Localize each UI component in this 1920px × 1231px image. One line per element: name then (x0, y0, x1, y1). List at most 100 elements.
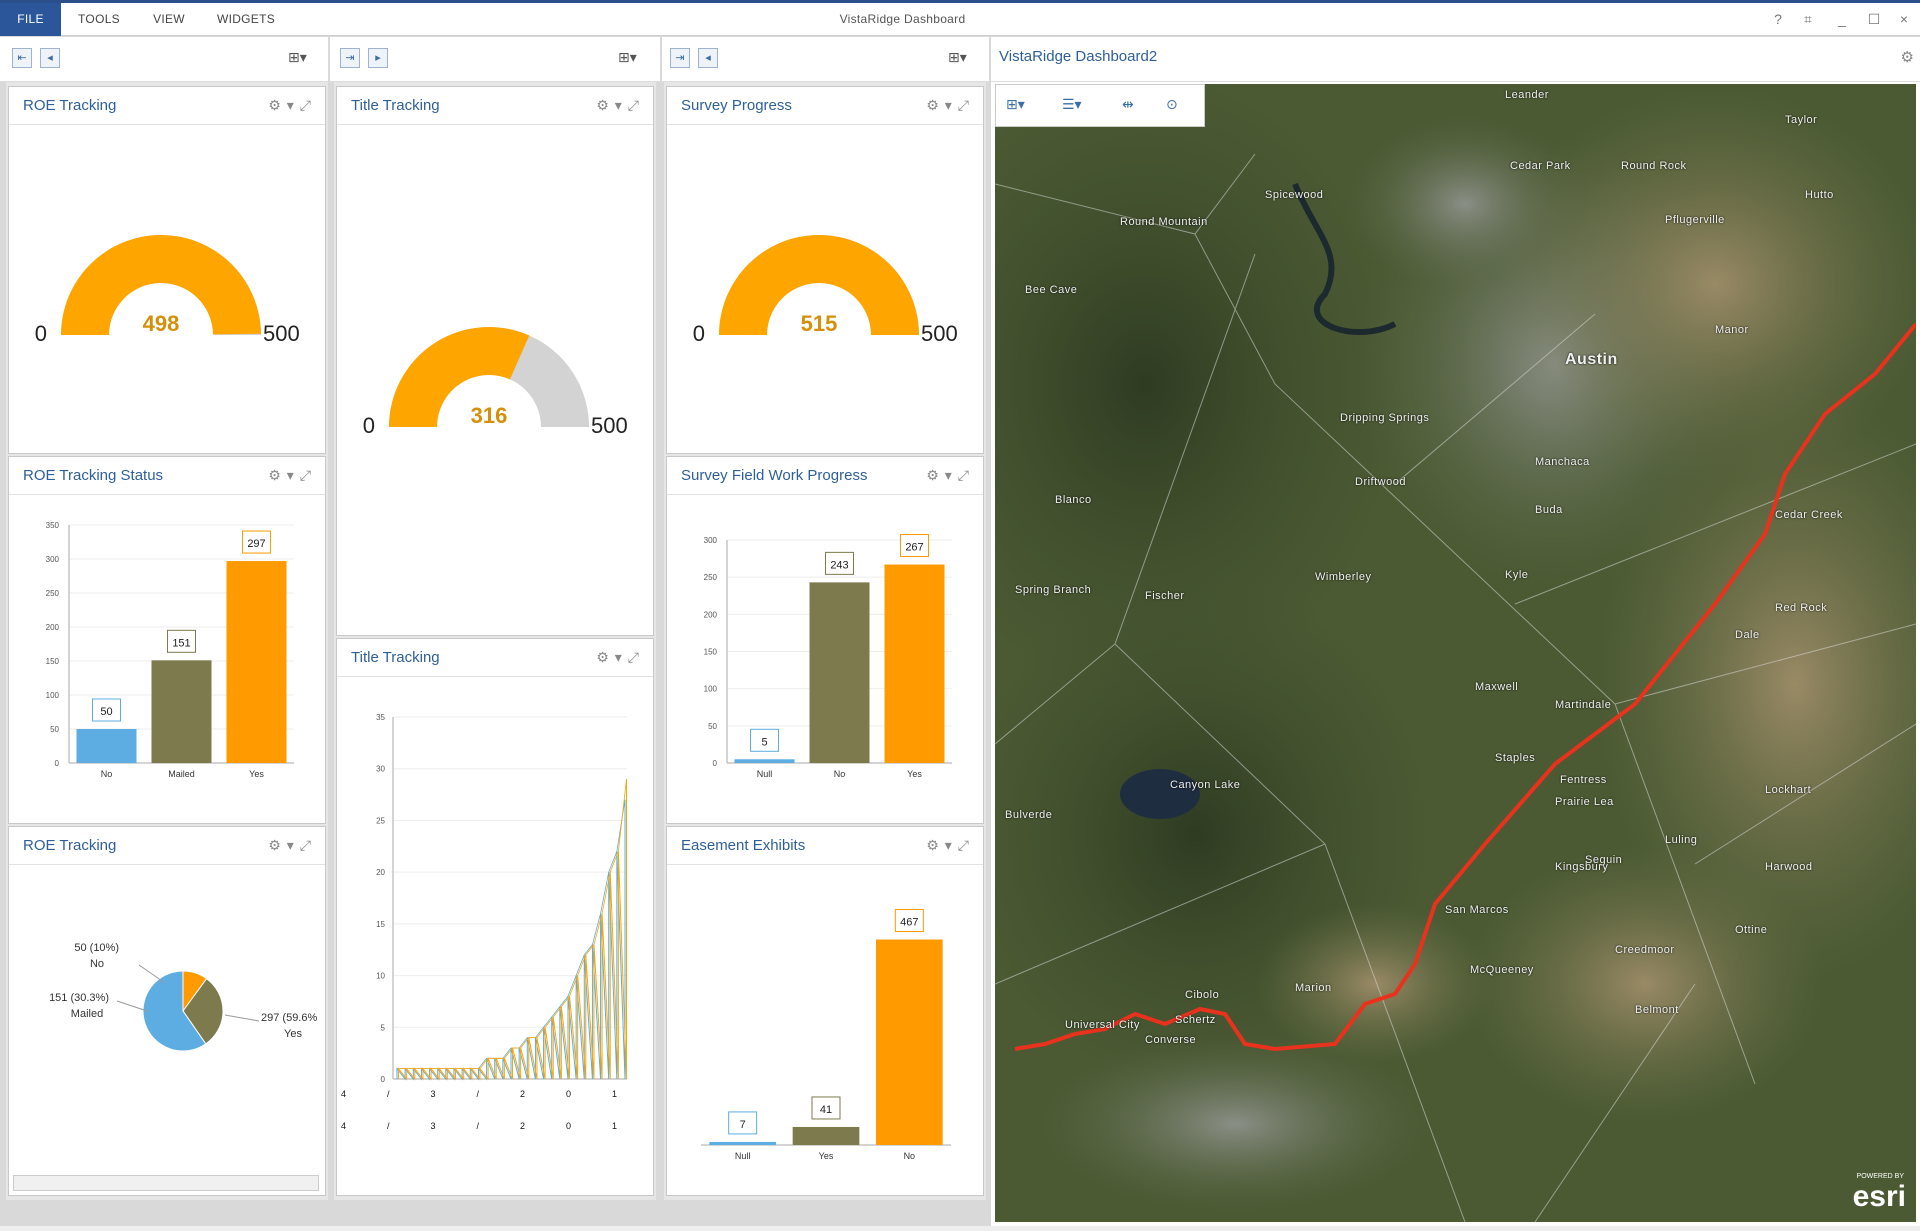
city-label: Spicewood (1265, 189, 1324, 201)
x-tick-label: 4/3/2015 (341, 1089, 653, 1099)
leader-line (138, 964, 166, 984)
y-tick-label: 30 (376, 765, 385, 774)
layers-icon[interactable]: ☰▾ (1062, 96, 1082, 113)
add-widget-dropdown-icon[interactable]: ⊞▾ (618, 49, 637, 66)
panel-settings-icon[interactable]: ⚙▾⤢ (268, 467, 317, 484)
move-left-icon[interactable]: ⇥ (340, 48, 360, 68)
bar (151, 660, 212, 763)
collapse-column-icon[interactable]: ◂ (40, 48, 60, 68)
basemap-gallery-icon[interactable]: ⊞▾ (1006, 96, 1025, 113)
panel-settings-icon[interactable]: ⚙▾⤢ (926, 97, 975, 114)
gauge-fill (389, 327, 530, 427)
data-label: 267 (905, 542, 923, 554)
city-label: Martindale (1555, 699, 1612, 711)
city-label: San Marcos (1445, 904, 1509, 916)
city-label: Leander (1505, 89, 1549, 101)
maximize-button[interactable]: ☐ (1864, 9, 1884, 29)
x-tick-label: Mailed (168, 769, 195, 779)
add-widget-dropdown-icon[interactable]: ⊞▾ (288, 49, 307, 66)
map-view[interactable]: ⊞▾ ☰▾ ⇹ ⊙ Leander Cedar Park Round Rock Pfl… (995, 84, 1916, 1222)
panel-title: ROE Tracking (23, 97, 117, 114)
city-label: Dale (1735, 629, 1760, 641)
city-label: Bee Cave (1025, 284, 1078, 296)
panel-settings-icon[interactable]: ⚙▾⤢ (596, 97, 645, 114)
collapse-column-icon[interactable]: ◂ (698, 48, 718, 68)
add-widget-dropdown-icon[interactable]: ⊞▾ (948, 49, 967, 66)
data-label: 151 (172, 637, 190, 649)
city-label: Belmont (1635, 1004, 1679, 1016)
bar (876, 939, 943, 1145)
city-label: Fischer (1145, 590, 1185, 602)
city-label: Red Rock (1775, 602, 1828, 614)
menu-view[interactable]: VIEW (150, 3, 188, 36)
survey-field-panel: Survey Field Work Progress ⚙▾⤢ 0 50 100 150 2… (666, 456, 984, 824)
leader-line (116, 1000, 148, 1012)
panel-settings-icon[interactable]: ⚙▾⤢ (596, 649, 645, 666)
y-tick-label: 0 (713, 759, 718, 768)
city-label: Blanco (1055, 494, 1092, 506)
menu-widgets[interactable]: WIDGETS (214, 3, 278, 36)
city-label: Manor (1715, 324, 1749, 336)
y-tick-label: 350 (46, 521, 60, 530)
panel-settings-icon[interactable]: ⚙▾⤢ (926, 467, 975, 484)
roe-status-panel: ROE Tracking Status ⚙▾⤢ 0 50 100 150 200 250 30… (8, 456, 326, 824)
gauge-chart: 498 0 500 (35, 234, 300, 346)
city-label: Hutto (1805, 189, 1834, 201)
roe-pie-panel: ROE Tracking ⚙▾⤢ 50 (10%) No 151 (30.3%) Mai… (8, 826, 326, 1196)
horizontal-scrollbar[interactable] (13, 1175, 319, 1191)
city-label: Kyle (1505, 569, 1529, 581)
data-label: 5 (761, 736, 767, 748)
pie-category-label: Yes (284, 1028, 302, 1040)
x-tick-label: Yes (907, 769, 922, 779)
bar-chart: 0 50 100 150 200 250 300 5 Null 243 No 267 Yes (704, 534, 952, 779)
y-tick-label: 0 (381, 1075, 386, 1084)
bar (792, 1126, 860, 1145)
measure-icon[interactable]: ⇹ (1122, 96, 1134, 113)
help-button[interactable]: ? (1768, 9, 1788, 29)
city-label: Austin (1565, 351, 1618, 368)
panel-body: 50 (10%) No 151 (30.3%) Mailed 297 (59.6% Yes (9, 865, 325, 1195)
city-label: Spring Branch (1015, 584, 1092, 596)
close-button[interactable]: × (1894, 9, 1914, 29)
y-tick-label: 100 (46, 691, 60, 700)
city-label: Luling (1665, 834, 1698, 846)
y-tick-label: 25 (376, 816, 385, 825)
minimize-button[interactable]: _ (1832, 9, 1852, 29)
panel-title: Survey Progress (681, 97, 792, 114)
city-label: Cibolo (1185, 989, 1220, 1001)
city-label: Round Rock (1621, 160, 1687, 172)
panel-settings-icon[interactable]: ⚙▾⤢ (926, 837, 975, 854)
city-label: Canyon Lake (1170, 779, 1241, 791)
collapse-column-icon[interactable]: ▸ (368, 48, 388, 68)
dashboard-app: VistaRidge Dashboard FILE TOOLS VIEW WID… (0, 0, 1920, 1231)
title-bar: VistaRidge Dashboard FILE TOOLS VIEW WID… (0, 0, 1920, 36)
gear-icon[interactable]: ⚙ (1901, 48, 1914, 66)
data-label: 243 (830, 559, 848, 571)
data-label: 297 (247, 538, 265, 550)
map-title: VistaRidge Dashboard2 (999, 48, 1158, 65)
panel-settings-icon[interactable]: ⚙▾⤢ (268, 837, 317, 854)
esri-logo: esri (1852, 1180, 1906, 1213)
menu-file[interactable]: FILE (0, 3, 61, 36)
gauge-max-label: 500 (263, 321, 300, 346)
x-tick-label: Yes (819, 1151, 834, 1161)
city-label: Buda (1535, 504, 1563, 516)
column1-toolbar: ⇤ ◂ ⊞▾ (0, 37, 328, 82)
panel-header: Title Tracking ⚙▾⤢ (337, 87, 653, 125)
move-left-icon[interactable]: ⇥ (670, 48, 690, 68)
city-label: Lockhart (1765, 784, 1812, 796)
panel-header: Survey Field Work Progress ⚙▾⤢ (667, 457, 983, 495)
status-bar (0, 1226, 1920, 1231)
panel-settings-icon[interactable]: ⚙▾⤢ (268, 97, 317, 114)
restore-layout-button[interactable]: ⌗ (1798, 9, 1818, 29)
panel-body: 316 0 500 (337, 125, 653, 635)
pie-category-label: Mailed (71, 1008, 103, 1020)
line-chart: 0 5 10 15 20 25 30 35 4/3/2015 4/3/2015 (341, 713, 663, 1131)
column-3: Survey Progress ⚙▾⤢ 515 0 500 Survey Field … (664, 82, 986, 1200)
locate-icon[interactable]: ⊙ (1166, 96, 1178, 113)
panel-header: ROE Tracking Status ⚙▾⤢ (9, 457, 325, 495)
menu-tools[interactable]: TOOLS (74, 3, 124, 36)
panel-header: ROE Tracking ⚙▾⤢ (9, 827, 325, 865)
y-tick-label: 20 (376, 868, 385, 877)
add-column-left-icon[interactable]: ⇤ (12, 48, 32, 68)
